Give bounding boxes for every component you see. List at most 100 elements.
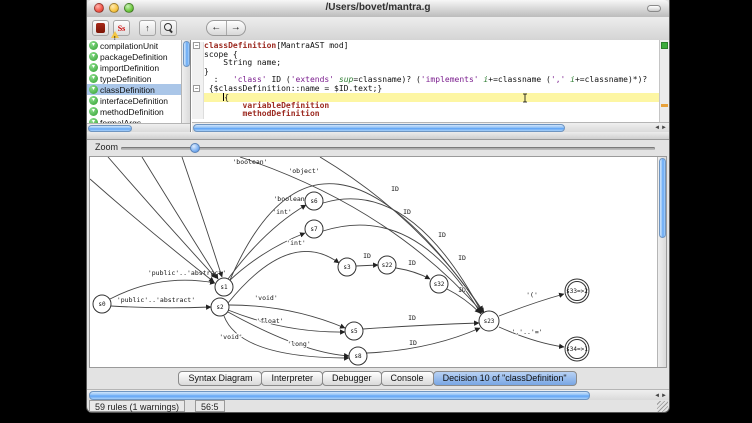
grammar-editor[interactable]: −classDefinition[MantraAST mod]scope { S… (192, 40, 669, 132)
tab-syntax-diagram[interactable]: Syntax Diagram (178, 371, 262, 386)
rules-count-status: 59 rules (1 warnings) (89, 400, 185, 412)
navigation-capsule: ← → (206, 20, 246, 36)
resize-grip[interactable] (657, 401, 668, 412)
rule-item-interfaceDefinition[interactable]: ▾interfaceDefinition (87, 95, 182, 106)
warning-mark[interactable] (661, 104, 668, 107)
dfa-edge (228, 312, 349, 356)
rule-icon: ▾ (89, 41, 98, 50)
status-bar: 59 rules (1 warnings) 56:5 (87, 400, 669, 413)
code-line[interactable]: String name; (192, 59, 659, 68)
rule-list: ▾compilationUnit▾packageDefinition▾impor… (87, 40, 191, 132)
edge-label: ID (391, 185, 399, 193)
titlebar[interactable]: /Users/bovet/mantra.g (87, 0, 669, 18)
rule-label: packageDefinition (100, 52, 168, 62)
editor-hscroll-thumb[interactable] (193, 124, 565, 132)
state-label: s3 (343, 264, 351, 271)
screen: /Users/bovet/mantra.g Ss ↑ ← → ▾compilat… (0, 0, 752, 423)
tab-debugger[interactable]: Debugger (322, 371, 382, 386)
rule-item-packageDefinition[interactable]: ▾packageDefinition (87, 51, 182, 62)
gutter-cell (192, 93, 204, 102)
rule-icon: ▾ (89, 74, 98, 83)
toolbar-toggle-pill[interactable] (647, 5, 661, 12)
tab-console[interactable]: Console (381, 371, 434, 386)
back-icon: ← (211, 22, 221, 33)
rule-item-classDefinition[interactable]: ▾classDefinition (87, 84, 182, 95)
gutter-cell (192, 102, 204, 111)
rule-label: importDefinition (100, 63, 159, 73)
search-icon (164, 23, 174, 33)
diagram-vscrollbar[interactable] (657, 157, 666, 367)
scroll-arrows-icon[interactable]: ◄► (654, 393, 668, 399)
tab-interpreter[interactable]: Interpreter (261, 371, 323, 386)
rule-list-hscrollbar[interactable] (87, 123, 191, 132)
gutter-cell (192, 76, 204, 85)
tab-decision-10-of-classdefinition-[interactable]: Decision 10 of "classDefinition" (433, 371, 577, 386)
rule-list-vscroll-thumb[interactable] (183, 41, 190, 67)
forward-icon: → (231, 22, 241, 33)
state-label: s2 (216, 304, 224, 311)
rule-label: interfaceDefinition (100, 96, 168, 106)
rule-list-vscrollbar[interactable] (181, 40, 190, 123)
rule-item-typeDefinition[interactable]: ▾typeDefinition (87, 73, 182, 84)
token: [MantraAST mod] (276, 41, 348, 50)
grammar-button[interactable] (92, 20, 109, 36)
rule-icon: ▾ (89, 96, 98, 105)
dfa-edge (363, 323, 479, 329)
rule-list-hscroll-thumb[interactable] (88, 125, 132, 132)
token (204, 109, 243, 118)
warning-icon (111, 31, 119, 38)
edge-label: ID (408, 259, 416, 267)
antlrworks-window: /Users/bovet/mantra.g Ss ↑ ← → ▾compilat… (86, 0, 670, 413)
state-label: s33=>2 (566, 288, 588, 295)
line-text: classDefinition[MantraAST mod] (204, 42, 659, 51)
dfa-edge (182, 157, 222, 277)
check-grammar-button[interactable]: Ss (113, 20, 130, 36)
dfa-edge (356, 265, 378, 266)
diagram-hscrollbar[interactable]: ◄► (87, 389, 669, 400)
scroll-arrows-icon[interactable]: ◄► (654, 125, 668, 131)
bottom-tabs: Syntax DiagramInterpreterDebuggerConsole… (87, 368, 669, 389)
rule-item-importDefinition[interactable]: ▾importDefinition (87, 62, 182, 73)
fold-toggle-icon[interactable]: − (193, 85, 200, 92)
edge-label: ID (408, 314, 416, 322)
code-area[interactable]: −classDefinition[MantraAST mod]scope { S… (192, 40, 659, 124)
decision-diagram-canvas[interactable]: 'public'..'abstract''public'..'abstract'… (89, 156, 667, 368)
dfa-edge (142, 157, 218, 279)
token: {$classDefinition::name = $ID.text;} (204, 84, 382, 93)
edge-label: 'void' (219, 333, 242, 341)
edge-label: ID (363, 252, 371, 260)
state-label: s1 (220, 284, 228, 291)
analysis-ok-icon (661, 42, 668, 49)
rule-icon: ▾ (89, 52, 98, 61)
rule-item-compilationUnit[interactable]: ▾compilationUnit (87, 40, 182, 51)
diagram-hscroll-thumb[interactable] (89, 391, 590, 400)
code-line[interactable]: − {$classDefinition::name = $ID.text;} (192, 85, 659, 94)
zoom-slider-thumb[interactable] (190, 143, 200, 153)
state-label: s6 (310, 198, 318, 205)
rule-icon: ▾ (89, 63, 98, 72)
fold-toggle-icon[interactable]: − (193, 42, 200, 49)
code-line[interactable]: methodDefinition (192, 110, 659, 119)
token: 'implements' (421, 75, 479, 84)
code-line[interactable]: −classDefinition[MantraAST mod] (192, 42, 659, 51)
toolbar: Ss ↑ ← → (87, 17, 669, 41)
edge-label: 'public'..'abstract' (117, 296, 195, 304)
state-label: s32 (434, 281, 445, 288)
zoom-slider[interactable] (121, 147, 655, 150)
rule-icon: ▾ (89, 85, 98, 94)
editor-hscrollbar[interactable]: ◄► (192, 122, 669, 132)
window-title: /Users/bovet/mantra.g (87, 2, 669, 13)
back-button[interactable]: ← (207, 21, 226, 35)
rule-rows: ▾compilationUnit▾packageDefinition▾impor… (87, 40, 182, 123)
ibeam-cursor (522, 93, 529, 103)
caret-position-status: 56:5 (195, 400, 225, 412)
rule-item-methodDefinition[interactable]: ▾methodDefinition (87, 106, 182, 117)
find-button[interactable] (160, 20, 177, 36)
dfa-diagram: 'public'..'abstract''public'..'abstract'… (90, 157, 650, 367)
edge-label: '(' (526, 291, 538, 299)
goto-rule-button[interactable]: ↑ (139, 20, 156, 36)
state-label: s0 (98, 301, 106, 308)
forward-button[interactable]: → (226, 21, 246, 35)
diagram-vscroll-thumb[interactable] (659, 158, 666, 238)
line-text: String name; (204, 59, 659, 68)
